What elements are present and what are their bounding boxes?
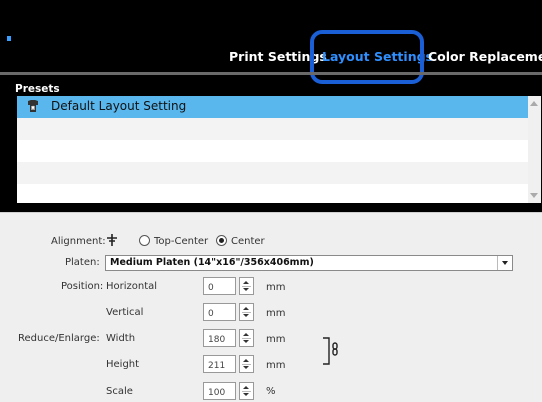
width-stepper[interactable]: 180: [203, 329, 255, 347]
radio-selected-dot: [219, 238, 224, 243]
preset-item-label: Default Layout Setting: [51, 99, 187, 113]
scale-spin-buttons[interactable]: [239, 382, 254, 400]
tab-highlight-frame: [310, 30, 424, 84]
scale-unit: %: [266, 386, 276, 397]
radio-center[interactable]: [216, 235, 227, 246]
height-unit: mm: [266, 360, 286, 371]
preset-item[interactable]: Default Layout Setting: [17, 96, 529, 118]
radio-top-center-label: Top-Center: [154, 236, 209, 247]
alignment-icon: [107, 234, 117, 246]
list-empty-row: [17, 162, 529, 184]
preset-icon: [28, 100, 38, 112]
scale-input[interactable]: 100: [203, 382, 236, 400]
height-label: Height: [106, 359, 140, 370]
radio-center-label: Center: [231, 236, 265, 247]
status-indicator: [7, 36, 11, 41]
list-empty-row: [17, 140, 529, 162]
vertical-value: 0: [208, 309, 214, 319]
vertical-spin-buttons[interactable]: [239, 303, 254, 321]
width-spin-buttons[interactable]: [239, 329, 254, 347]
scroll-down-icon[interactable]: [530, 193, 538, 198]
vertical-stepper[interactable]: 0: [203, 303, 255, 321]
presets-title: Presets: [15, 83, 60, 95]
list-empty-row: [17, 118, 529, 140]
horizontal-stepper[interactable]: 0: [203, 277, 255, 295]
height-spin-buttons[interactable]: [239, 355, 254, 373]
horizontal-unit: mm: [266, 282, 286, 293]
link-aspect-icon[interactable]: [322, 336, 342, 366]
width-unit: mm: [266, 334, 286, 345]
vertical-label: Vertical: [106, 307, 144, 318]
presets-scrollbar[interactable]: [528, 96, 541, 203]
vertical-unit: mm: [266, 308, 286, 319]
scale-label: Scale: [106, 386, 133, 397]
divider: [0, 72, 542, 75]
width-label: Width: [106, 333, 136, 344]
chevron-down-icon[interactable]: [497, 256, 512, 270]
position-label: Position:: [61, 281, 104, 292]
platen-label: Platen:: [65, 257, 100, 268]
horizontal-input[interactable]: 0: [203, 277, 236, 295]
alignment-label: Alignment:: [51, 236, 106, 247]
reduce-enlarge-label: Reduce/Enlarge:: [18, 333, 100, 344]
scale-value: 100: [208, 388, 226, 398]
horizontal-label: Horizontal: [106, 281, 158, 292]
width-input[interactable]: 180: [203, 329, 236, 347]
platen-value: Medium Platen (14"x16"/356x406mm): [110, 257, 314, 268]
tab-color-replacement[interactable]: Color Replacement: [428, 49, 542, 64]
height-stepper[interactable]: 211: [203, 355, 255, 373]
height-value: 211: [208, 361, 226, 371]
width-value: 180: [208, 335, 226, 345]
height-input[interactable]: 211: [203, 355, 236, 373]
scroll-up-icon[interactable]: [530, 101, 538, 106]
vertical-input[interactable]: 0: [203, 303, 236, 321]
top-bar: Print Settings Layout Settings Color Rep…: [0, 0, 542, 84]
horizontal-value: 0: [208, 283, 214, 293]
radio-top-center[interactable]: [139, 235, 150, 246]
platen-select[interactable]: Medium Platen (14"x16"/356x406mm): [105, 255, 513, 271]
scale-stepper[interactable]: 100: [203, 382, 255, 400]
presets-list[interactable]: Default Layout Setting: [17, 96, 529, 203]
horizontal-spin-buttons[interactable]: [239, 277, 254, 295]
